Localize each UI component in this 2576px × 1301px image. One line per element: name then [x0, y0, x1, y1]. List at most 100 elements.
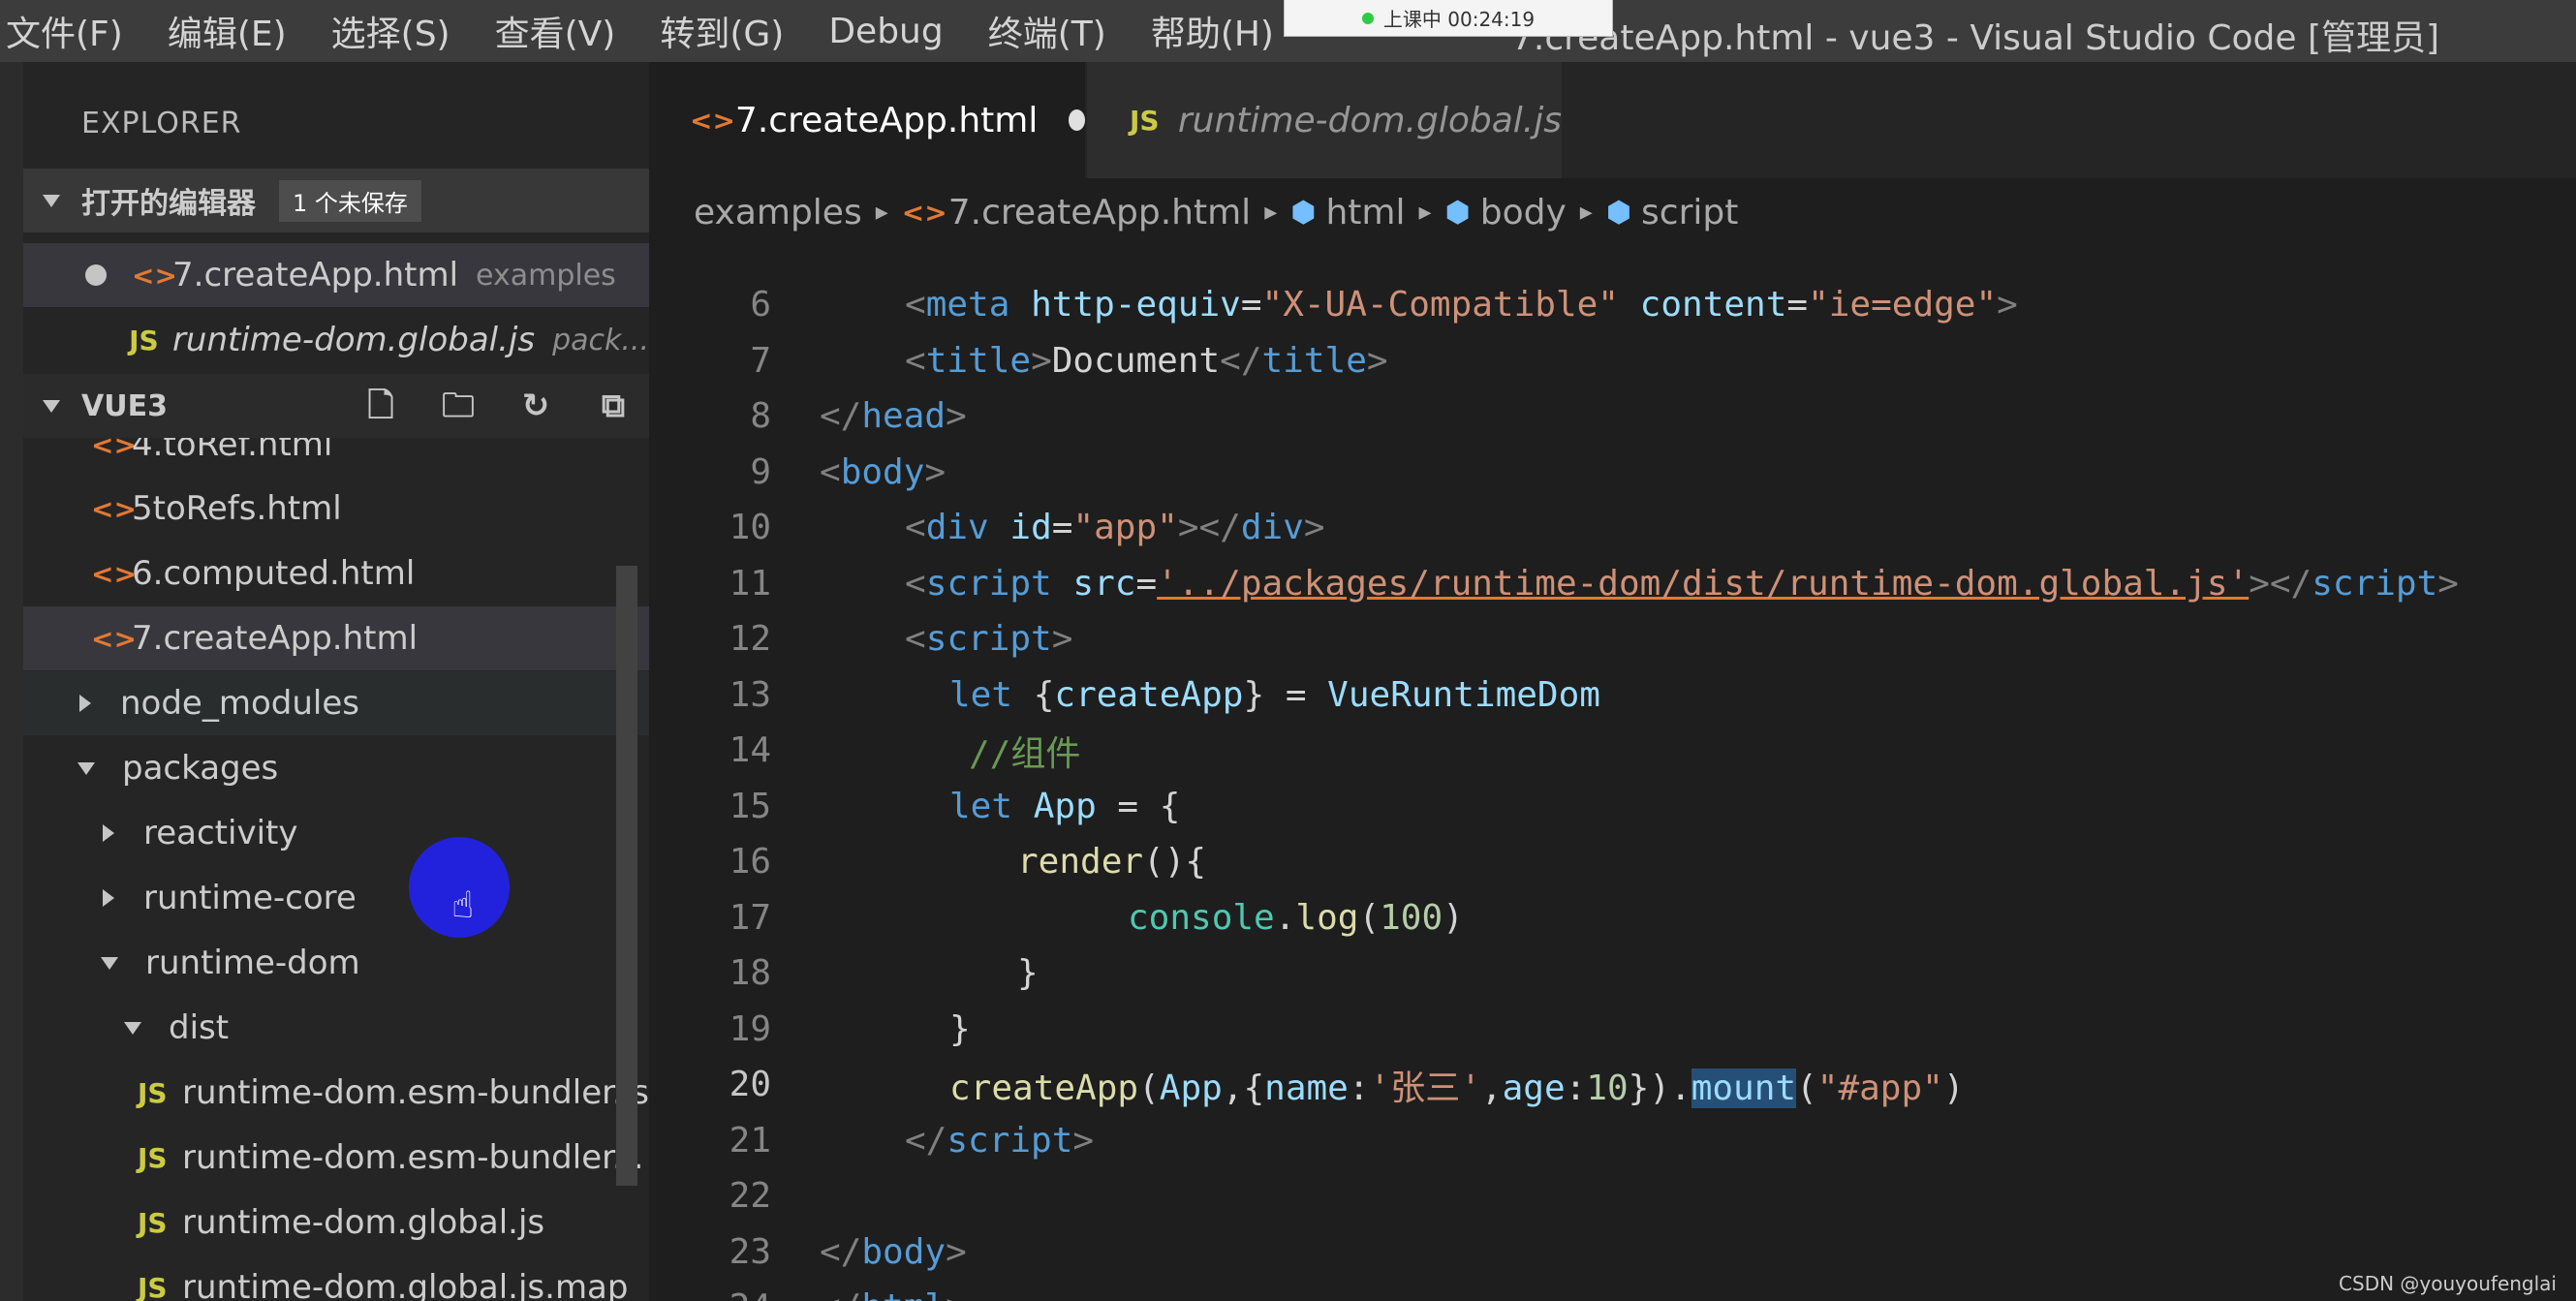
html-icon: <> [132, 259, 177, 292]
code-token: </ [905, 1120, 947, 1161]
tree-item[interactable]: <> 5toRefs.html [23, 477, 649, 541]
open-editor-item[interactable]: JS runtime-dom.global.js pack... [23, 308, 649, 372]
open-editor-folder: pack... [552, 323, 649, 357]
tree-item[interactable]: JS runtime-dom.esm-bundler.js [23, 1061, 649, 1125]
code-token: = [1240, 285, 1262, 325]
code-token: script [2312, 563, 2438, 604]
tree-item[interactable]: JS runtime-dom.esm-bundler... [23, 1126, 649, 1190]
code-line[interactable]: 19} [649, 1002, 2576, 1058]
tree-item[interactable]: <> 4.toRef.html [23, 438, 649, 477]
open-editor-folder: examples [476, 258, 616, 293]
tree-item[interactable]: packages [23, 736, 649, 800]
code-text: </body> [820, 1232, 967, 1272]
code-token: http-equiv [1031, 285, 1241, 325]
sidebar-scrollbar[interactable] [616, 566, 637, 1186]
code-line[interactable]: 22 [649, 1168, 2576, 1224]
menu-go[interactable]: 转到(G) [660, 6, 784, 56]
code-token: body [840, 451, 925, 492]
tab-createapp[interactable]: <> 7.createApp.html [649, 62, 1085, 178]
tree-item[interactable]: <> 7.createApp.html [23, 606, 649, 670]
code-line[interactable]: 23 </body> [649, 1224, 2576, 1281]
tree-item[interactable]: node_modules [23, 671, 649, 735]
selected-token: mount [1691, 1068, 1797, 1108]
code-token: head [861, 396, 947, 437]
code-line[interactable]: 24 </html> [649, 1280, 2576, 1301]
menu-file[interactable]: 文件(F) [6, 6, 123, 56]
code-editor[interactable]: 6 <meta http-equiv="X-UA-Compatible" cont… [649, 277, 2576, 1301]
tree-item-label: reactivity [143, 814, 298, 852]
code-line[interactable]: 14 //组件 [649, 723, 2576, 779]
tree-item[interactable]: runtime-core [23, 866, 649, 930]
window-title: 7.createApp.html - vue3 - Visual Studio … [1511, 18, 2440, 58]
html-icon: <> [91, 492, 137, 525]
code-token: = [1051, 508, 1073, 548]
line-number: 8 [750, 396, 771, 437]
tree-item[interactable]: dist [23, 996, 649, 1060]
tree-item[interactable]: <> 6.computed.html [23, 542, 649, 605]
unsaved-dot-icon[interactable] [85, 264, 107, 286]
code-line[interactable]: 20 createApp(App,{name:'张三',age:10}).moun… [649, 1057, 2576, 1113]
activity-bar [0, 62, 23, 1301]
workspace-actions: 🗋 🗀 ↻ ⧉ [324, 374, 634, 438]
breadcrumb-item[interactable]: html [1325, 193, 1405, 232]
code-token: script [925, 563, 1052, 604]
tree-item[interactable]: JS runtime-dom.global.js.map [23, 1255, 649, 1301]
file-tree: <> 4.toRef.html <> 5toRefs.html <> 6.com… [23, 438, 649, 1301]
tree-item-label: runtime-dom [145, 944, 360, 982]
tree-item-label: packages [122, 749, 279, 788]
unsaved-dot-icon[interactable] [1069, 109, 1085, 131]
code-line[interactable]: 10 <div id="app"></div> [649, 500, 2576, 556]
new-file-icon[interactable]: 🗋 [360, 386, 401, 426]
menu-edit[interactable]: 编辑(E) [168, 6, 287, 56]
breadcrumb-item[interactable]: script [1641, 193, 1738, 232]
breadcrumb-item[interactable]: 7.createApp.html [948, 193, 1251, 232]
code-text: </html> [820, 1287, 967, 1301]
code-token: </ [1220, 340, 1262, 381]
line-number: 13 [729, 674, 771, 715]
code-token: 10 [1586, 1068, 1629, 1108]
breadcrumb-item[interactable]: examples [694, 193, 862, 232]
code-line[interactable]: 11 <script src='../packages/runtime-dom/d… [649, 556, 2576, 612]
code-line[interactable]: 13 let {createApp} = VueRuntimeDom [649, 667, 2576, 724]
code-line[interactable]: 16 render(){ [649, 834, 2576, 890]
code-line[interactable]: 8 </head> [649, 388, 2576, 445]
code-token: content [1639, 285, 1787, 325]
code-line[interactable]: 9 <body> [649, 445, 2576, 501]
menu-terminal[interactable]: 终端(T) [988, 6, 1106, 56]
js-icon: JS [1130, 104, 1160, 137]
open-editors-header[interactable]: 打开的编辑器 1 个未保存 [23, 169, 649, 232]
code-line[interactable]: 6 <meta http-equiv="X-UA-Compatible" cont… [649, 277, 2576, 333]
menu-help[interactable]: 帮助(H) [1151, 6, 1274, 56]
recording-badge[interactable]: 上课中 00:24:19 [1284, 0, 1613, 37]
refresh-icon[interactable]: ↻ [515, 386, 556, 426]
code-line[interactable]: 15 let App = { [649, 779, 2576, 835]
menu-selection[interactable]: 选择(S) [331, 6, 450, 56]
code-line[interactable]: 17 console.log(100) [649, 890, 2576, 946]
new-folder-icon[interactable]: 🗀 [438, 386, 479, 426]
tree-item[interactable]: runtime-dom [23, 931, 649, 995]
line-number: 22 [729, 1176, 771, 1217]
code-line[interactable]: 18} [649, 945, 2576, 1002]
element-cube-icon: ⬢ [1444, 195, 1471, 230]
code-line[interactable]: 12 <script> [649, 611, 2576, 667]
menu-view[interactable]: 查看(V) [495, 6, 616, 56]
code-line[interactable]: 7 <title>Document</title> [649, 333, 2576, 389]
open-editor-item[interactable]: <> 7.createApp.html examples [23, 243, 649, 307]
code-token: = { [1096, 786, 1181, 826]
breadcrumb-item[interactable]: body [1480, 193, 1567, 232]
code-token: id [1009, 508, 1052, 548]
code-token: "#app" [1816, 1068, 1943, 1108]
tree-item[interactable]: reactivity [23, 801, 649, 865]
code-token: VueRuntimeDom [1327, 674, 1600, 715]
tab-runtime-dom[interactable]: JS runtime-dom.global.js [1087, 62, 1562, 178]
code-token: > [924, 451, 947, 492]
code-line[interactable]: 21 </script> [649, 1113, 2576, 1169]
menu-debug[interactable]: Debug [828, 12, 943, 51]
workspace-header[interactable]: VUE3 🗋 🗀 ↻ ⧉ [23, 374, 649, 438]
tree-item[interactable]: JS runtime-dom.global.js [23, 1191, 649, 1255]
collapse-all-icon[interactable]: ⧉ [593, 386, 634, 426]
line-number: 16 [729, 842, 771, 883]
js-icon: JS [129, 324, 159, 356]
